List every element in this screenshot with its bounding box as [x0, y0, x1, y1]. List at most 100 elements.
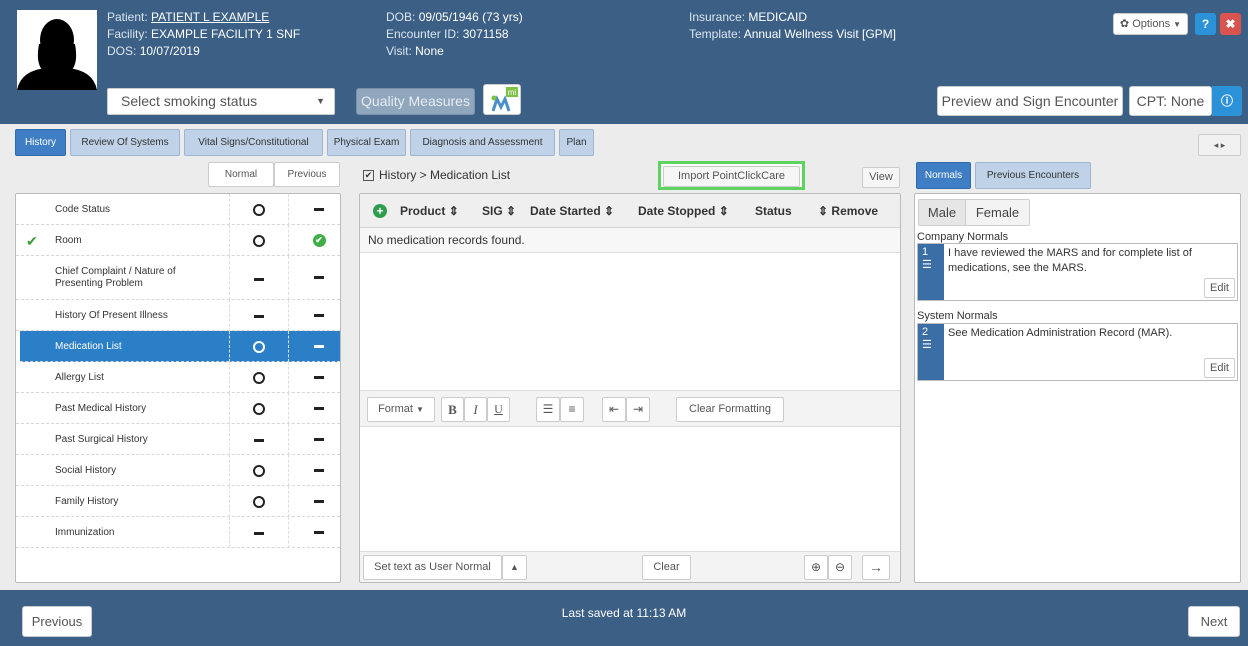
patient-name-link[interactable]: PATIENT L EXAMPLE [151, 10, 269, 24]
encounter-info: DOB: 09/05/1946 (73 yrs) Encounter ID: 3… [386, 10, 523, 58]
history-row[interactable]: Code Status [16, 194, 340, 225]
normal-toggle[interactable] [229, 393, 289, 424]
normal-toggle[interactable] [229, 225, 289, 256]
patient-info: Patient: PATIENT L EXAMPLE Facility: EXA… [107, 10, 301, 58]
edit-button[interactable]: Edit [1204, 278, 1235, 298]
section-checkbox[interactable]: ✔ [363, 169, 374, 181]
clear-button[interactable]: Clear [642, 555, 691, 580]
info-icon[interactable]: ⓘ [1212, 86, 1242, 116]
previous-toggle[interactable] [289, 300, 349, 331]
dash-icon [314, 438, 324, 442]
col-date-started[interactable]: Date Started ⇕ [530, 204, 614, 218]
tab-review-of-systems[interactable]: Review Of Systems [70, 129, 180, 156]
history-row[interactable]: Social History [16, 455, 340, 486]
caret-up-icon[interactable]: ▲ [502, 555, 527, 580]
history-row[interactable]: Allergy List [16, 362, 340, 393]
history-row[interactable]: Past Surgical History [16, 424, 340, 455]
company-normal-item[interactable]: 1 ☰ I have reviewed the MARS and for com… [917, 243, 1238, 301]
normal-toggle[interactable] [229, 517, 289, 548]
normal-toggle[interactable] [229, 455, 289, 486]
col-product[interactable]: Product ⇕ [400, 204, 459, 218]
previous-toggle[interactable] [289, 486, 349, 517]
tab-previous-encounters[interactable]: Previous Encounters [975, 162, 1091, 189]
last-saved-status: Last saved at 11:13 AM [561, 606, 687, 620]
import-pointclickcare-button[interactable]: Import PointClickCare [663, 166, 800, 187]
history-row[interactable]: History Of Present Illness [16, 300, 340, 331]
arrow-right-icon[interactable]: → [862, 555, 890, 580]
previous-toggle[interactable] [289, 362, 349, 393]
normal-toggle[interactable] [229, 331, 289, 362]
normal-toggle[interactable] [229, 424, 289, 455]
tab-physical-exam[interactable]: Physical Exam [327, 129, 406, 156]
col-sig[interactable]: SIG ⇕ [482, 204, 516, 218]
editor-bottom-bar: Set text as User Normal ▲ Clear ⊕ ⊖ → [360, 551, 900, 582]
preview-sign-button[interactable]: Preview and Sign Encounter [937, 86, 1123, 116]
tab-history[interactable]: History [15, 129, 66, 156]
previous-toggle[interactable]: ✔ [289, 225, 349, 256]
format-dropdown[interactable]: Format ▼ [367, 397, 435, 422]
quality-measures-button[interactable]: Quality Measures [356, 88, 475, 115]
col-status[interactable]: Status [755, 204, 792, 218]
zoom-out-icon[interactable]: ⊖ [828, 555, 852, 580]
history-row[interactable]: ✔ Room ✔ [16, 225, 340, 256]
bullet-list-icon[interactable]: ☰ [536, 397, 560, 422]
edit-button[interactable]: Edit [1204, 358, 1235, 378]
cpt-button[interactable]: CPT: None [1129, 86, 1212, 116]
dash-icon [314, 469, 324, 473]
mi-button[interactable]: mi [483, 84, 521, 115]
normal-toggle[interactable] [229, 194, 289, 225]
note-editor[interactable] [360, 427, 900, 552]
zoom-in-icon[interactable]: ⊕ [804, 555, 828, 580]
tab-vital-signs[interactable]: Vital Signs/Constitutional [184, 129, 323, 156]
italic-icon[interactable]: I [464, 397, 487, 422]
history-row-label: Immunization [55, 526, 115, 538]
history-row[interactable]: Past Medical History [16, 393, 340, 424]
history-row-label: Medication List [55, 340, 122, 352]
normal-toggle[interactable] [229, 256, 289, 300]
close-icon[interactable]: ✖ [1220, 13, 1241, 35]
male-button[interactable]: Male [919, 200, 966, 225]
caret-down-icon: ▼ [1173, 20, 1182, 29]
previous-toggle[interactable] [289, 331, 349, 362]
normal-toggle[interactable] [229, 300, 289, 331]
company-normal-text: I have reviewed the MARS and for complet… [948, 247, 1192, 274]
tab-diagnosis-assessment[interactable]: Diagnosis and Assessment [410, 129, 555, 156]
options-dropdown[interactable]: ✿ Options ▼ [1113, 13, 1188, 35]
normal-item-handle[interactable]: 1 ☰ [918, 244, 944, 300]
clear-formatting-button[interactable]: Clear Formatting [676, 397, 784, 422]
indent-icon[interactable]: ⇥ [626, 397, 650, 422]
previous-toggle[interactable] [289, 194, 349, 225]
history-row[interactable]: Family History [16, 486, 340, 517]
normal-toggle[interactable] [229, 362, 289, 393]
previous-toggle[interactable] [289, 256, 349, 300]
system-normals-label: System Normals [917, 310, 998, 322]
outdent-icon[interactable]: ⇤ [602, 397, 626, 422]
view-button[interactable]: View [862, 167, 900, 188]
smoking-status-select[interactable]: Select smoking status ▼ [107, 88, 335, 115]
col-remove[interactable]: ⇕ Remove [818, 204, 878, 218]
female-button[interactable]: Female [966, 200, 1029, 225]
history-row[interactable]: Immunization [16, 517, 340, 548]
set-user-normal-button[interactable]: Set text as User Normal [363, 555, 502, 580]
col-date-stopped[interactable]: Date Stopped ⇕ [638, 204, 729, 218]
normal-toggle[interactable] [229, 486, 289, 517]
next-button[interactable]: Next [1188, 606, 1240, 637]
previous-toggle[interactable] [289, 393, 349, 424]
history-row[interactable]: Chief Complaint / Nature of Presenting P… [16, 256, 340, 300]
add-medication-icon[interactable]: + [373, 204, 387, 218]
help-icon[interactable]: ? [1195, 13, 1216, 35]
drag-handle-icon: ☰ [922, 259, 932, 271]
tab-scroll-arrows[interactable]: ◂ ▸ [1198, 134, 1241, 156]
underline-icon[interactable]: U [487, 397, 510, 422]
numbered-list-icon[interactable]: ≡ [560, 397, 584, 422]
normal-item-handle[interactable]: 2 ☰ [918, 324, 944, 380]
tab-normals[interactable]: Normals [916, 162, 971, 189]
history-row[interactable]: Medication List [20, 331, 340, 362]
bold-icon[interactable]: B [441, 397, 464, 422]
previous-toggle[interactable] [289, 517, 349, 548]
tab-plan[interactable]: Plan [559, 129, 594, 156]
previous-toggle[interactable] [289, 455, 349, 486]
previous-toggle[interactable] [289, 424, 349, 455]
company-normals-label: Company Normals [917, 231, 1009, 243]
system-normal-item[interactable]: 2 ☰ See Medication Administration Record… [917, 323, 1238, 381]
